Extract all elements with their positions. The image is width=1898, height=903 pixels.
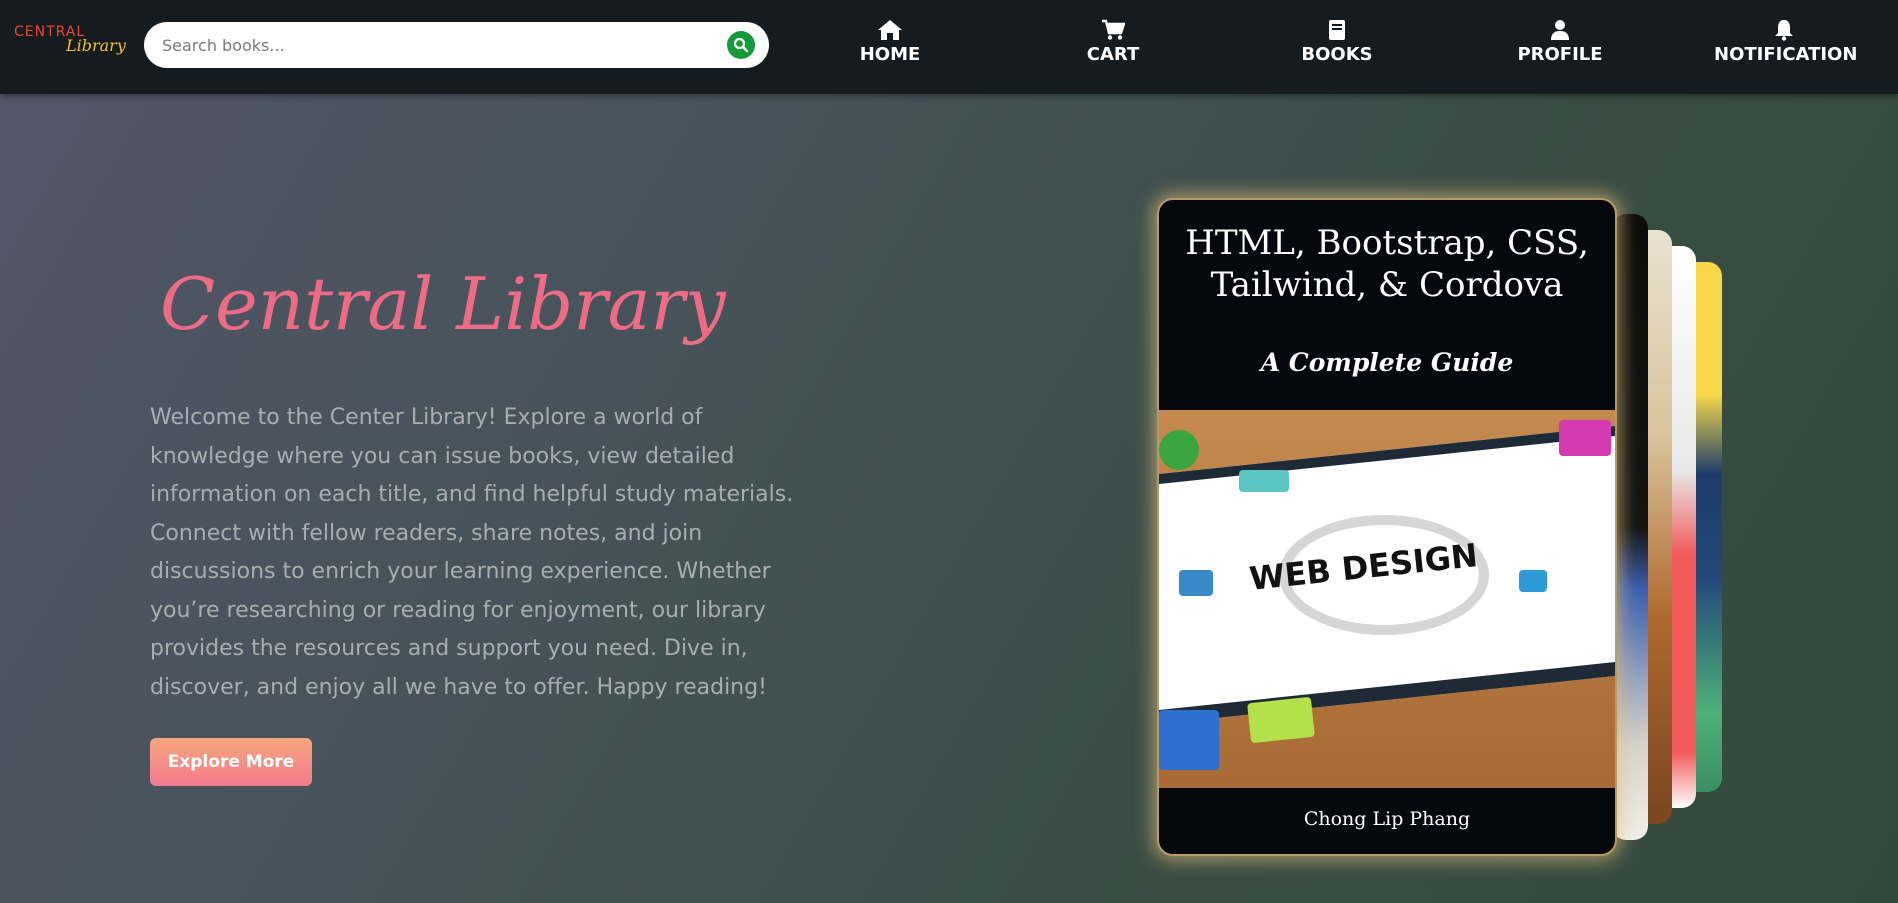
logo-text-bottom: Library (66, 36, 126, 55)
home-icon (878, 20, 902, 40)
featured-book-card[interactable]: HTML, Bootstrap, CSS, Tailwind, & Cordov… (1157, 198, 1617, 856)
book-title-line-2: Tailwind, & Cordova (1210, 265, 1564, 305)
doodle-green (1159, 430, 1199, 470)
doodle-magenta (1559, 420, 1611, 456)
logo[interactable]: CENTRAL Library (14, 24, 126, 60)
book-title-line-1: HTML, Bootstrap, CSS, (1185, 223, 1589, 263)
search-icon (733, 37, 749, 53)
book-card-back-1[interactable] (1612, 214, 1648, 840)
doodle-blue-2 (1519, 570, 1547, 592)
nav-home[interactable]: HOME (820, 18, 960, 74)
book-author: Chong Lip Phang (1303, 808, 1471, 830)
book-title: HTML, Bootstrap, CSS, Tailwind, & Cordov… (1159, 222, 1615, 306)
search-button[interactable] (727, 31, 755, 59)
search-input[interactable] (162, 22, 702, 68)
nav-cart[interactable]: CART (1043, 18, 1183, 74)
user-icon (1551, 20, 1569, 40)
sticky-note (1247, 696, 1315, 744)
book-cover-illustration: WEB DESIGN (1159, 410, 1615, 788)
book-icon (1329, 20, 1345, 40)
explore-more-button[interactable]: Explore More (150, 738, 312, 786)
hero-title: Central Library (160, 262, 726, 346)
nav-notification-label: NOTIFICATION (1714, 44, 1858, 65)
doodle-teal (1239, 470, 1289, 492)
nav-home-label: HOME (859, 44, 921, 65)
bell-icon (1775, 20, 1793, 41)
search-bar (144, 22, 769, 68)
nav-notification[interactable]: NOTIFICATION (1714, 18, 1858, 74)
nav-books-label: BOOKS (1301, 44, 1373, 65)
nav-books[interactable]: BOOKS (1267, 18, 1407, 74)
nav-profile[interactable]: PROFILE (1490, 18, 1630, 74)
cart-icon (1102, 19, 1125, 40)
nav-profile-label: PROFILE (1517, 44, 1603, 65)
nav-cart-label: CART (1086, 44, 1140, 65)
navbar: CENTRAL Library HOME CART (0, 0, 1898, 94)
hero-description: Welcome to the Center Library! Explore a… (150, 405, 794, 700)
doodle-blue-1 (1179, 570, 1213, 596)
doodle-blue-3 (1159, 710, 1219, 770)
book-subtitle: A Complete Guide (1260, 348, 1514, 377)
